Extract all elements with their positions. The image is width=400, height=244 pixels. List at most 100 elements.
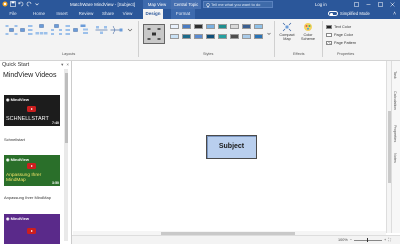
- zoom-slider[interactable]: [353, 238, 382, 242]
- style-thumb[interactable]: [254, 34, 263, 39]
- video-caption: Anpassung Ihrer MindMap: [6, 173, 42, 183]
- video-thumbnail-3[interactable]: ◉ MindView: [4, 214, 60, 244]
- side-tab-notes[interactable]: Notes: [393, 153, 397, 163]
- page-pattern-button[interactable]: Page Pattern: [326, 41, 356, 45]
- layout-more-icon[interactable]: [125, 24, 135, 36]
- video-caption: SCHNELLSTART: [6, 116, 49, 122]
- collapse-ribbon-icon[interactable]: ˄: [393, 11, 396, 17]
- zoom-control: 100% − + ⛶: [338, 238, 391, 242]
- style-thumb[interactable]: [242, 34, 251, 39]
- maximize-icon[interactable]: [374, 0, 386, 9]
- layout-org-chart-icon[interactable]: [50, 24, 63, 36]
- color-scheme-button[interactable]: Color Scheme: [297, 22, 319, 41]
- search-placeholder: Tell me what you want to do: [211, 2, 261, 7]
- tab-format[interactable]: Format: [171, 9, 195, 19]
- simplified-mode-label: Simplified Mode: [340, 11, 370, 16]
- compact-map-label: Compact Map: [279, 33, 295, 41]
- tell-me-search[interactable]: Tell me what you want to do: [203, 1, 273, 8]
- login-link[interactable]: Log in: [315, 2, 327, 7]
- layout-fishbone-icon[interactable]: [110, 24, 123, 36]
- layout-outline-icon[interactable]: [80, 24, 93, 36]
- page-color-button[interactable]: Page Color: [326, 33, 353, 37]
- zoom-out-icon[interactable]: −: [350, 238, 352, 242]
- context-tab-map-view: Map View: [143, 0, 171, 9]
- scrollbar-thumb[interactable]: [64, 73, 68, 143]
- layout-timeline-icon[interactable]: [95, 24, 108, 36]
- context-tab-central-topic: Central Topic: [171, 0, 201, 9]
- layout-mindmap-icon[interactable]: [5, 24, 18, 36]
- page-pattern-label: Page Pattern: [334, 41, 357, 45]
- panel-controls: ▾ ×: [61, 62, 69, 68]
- style-thumb[interactable]: [218, 24, 227, 29]
- tab-share[interactable]: Share: [100, 9, 116, 19]
- text-color-swatch: [326, 25, 332, 29]
- style-thumb[interactable]: [182, 34, 191, 39]
- tab-design[interactable]: Design: [143, 9, 163, 19]
- style-thumb[interactable]: [182, 24, 191, 29]
- style-thumb[interactable]: [230, 34, 239, 39]
- fit-page-icon[interactable]: ⛶: [388, 238, 391, 242]
- video-duration: 3:50: [51, 181, 59, 185]
- layout-top-down-icon[interactable]: [35, 24, 48, 36]
- group-label-properties: Properties: [337, 52, 355, 56]
- zoom-in-icon[interactable]: +: [384, 238, 386, 242]
- quick-start-panel: Quick Start ▾ × MindView Videos ◉ MindVi…: [0, 61, 72, 244]
- tab-review[interactable]: Review: [75, 9, 97, 19]
- tab-insert[interactable]: Insert: [53, 9, 71, 19]
- style-thumb[interactable]: [170, 24, 179, 29]
- tab-view[interactable]: View: [120, 9, 135, 19]
- video-thumbnail-1[interactable]: ◉ MindView SCHNELLSTART 7:40: [4, 95, 60, 126]
- side-tab-calculation[interactable]: Calculation: [393, 91, 397, 110]
- video-thumbnail-2[interactable]: ◉ MindView Anpassung Ihrer MindMap 3:50: [4, 155, 60, 186]
- style-thumb[interactable]: [242, 24, 251, 29]
- redo-icon[interactable]: [26, 1, 32, 7]
- panel-header: Quick Start: [2, 62, 30, 68]
- panel-scrollbar[interactable]: [64, 69, 68, 241]
- group-label-styles: Styles: [203, 52, 214, 56]
- tab-home[interactable]: Home: [30, 9, 48, 19]
- compact-map-button[interactable]: Compact Map: [277, 22, 297, 41]
- panel-pin-icon[interactable]: ▾: [61, 62, 63, 68]
- simplified-mode-switch[interactable]: Simplified Mode: [328, 11, 370, 16]
- customize-icon[interactable]: [34, 1, 40, 7]
- minimize-icon[interactable]: [362, 0, 374, 9]
- color-scheme-label: Color Scheme: [301, 33, 315, 41]
- side-tab-task[interactable]: Task: [393, 71, 397, 79]
- style-thumb[interactable]: [206, 24, 215, 29]
- status-bar: 100% − + ⛶: [72, 235, 400, 244]
- video-label[interactable]: Anpassung Ihrer MindMap: [4, 195, 51, 200]
- style-thumb[interactable]: [194, 24, 203, 29]
- text-color-button[interactable]: Text Color: [326, 25, 351, 29]
- save-icon[interactable]: [10, 1, 16, 7]
- toggle-switch[interactable]: [328, 11, 338, 16]
- ribbon-display-icon[interactable]: [350, 0, 362, 9]
- style-thumb[interactable]: [218, 34, 227, 39]
- play-icon: [27, 163, 36, 169]
- tab-file[interactable]: File: [6, 9, 20, 19]
- group-label-effects: Effects: [293, 52, 305, 56]
- compact-map-icon: [282, 22, 292, 32]
- styles-more-icon[interactable]: [266, 27, 272, 41]
- style-thumb[interactable]: [170, 34, 179, 39]
- mindview-logo: ◉ MindView: [6, 97, 29, 102]
- style-thumb[interactable]: [194, 34, 203, 39]
- title-bar: MatchWare MindView - [Subject] Map View …: [0, 0, 400, 9]
- style-thumb[interactable]: [230, 24, 239, 29]
- style-thumb[interactable]: [254, 24, 263, 29]
- layout-right-icon[interactable]: [20, 24, 33, 36]
- undo-icon[interactable]: [18, 1, 24, 7]
- video-label[interactable]: Schnellstart: [4, 137, 25, 142]
- side-tab-properties[interactable]: Properties: [393, 125, 397, 142]
- panel-close-icon[interactable]: ×: [66, 62, 69, 68]
- page-pattern-swatch: [326, 41, 332, 45]
- style-thumb[interactable]: [206, 34, 215, 39]
- app-icon: [2, 1, 8, 7]
- play-icon: [27, 228, 36, 234]
- style-selected-preview-icon: [147, 28, 161, 40]
- zoom-level: 100%: [338, 238, 348, 242]
- close-icon[interactable]: [386, 0, 398, 9]
- page-color-label: Page Color: [334, 33, 353, 37]
- layout-left-icon[interactable]: [65, 24, 78, 36]
- window-controls: [350, 0, 398, 9]
- central-topic[interactable]: Subject: [206, 135, 257, 159]
